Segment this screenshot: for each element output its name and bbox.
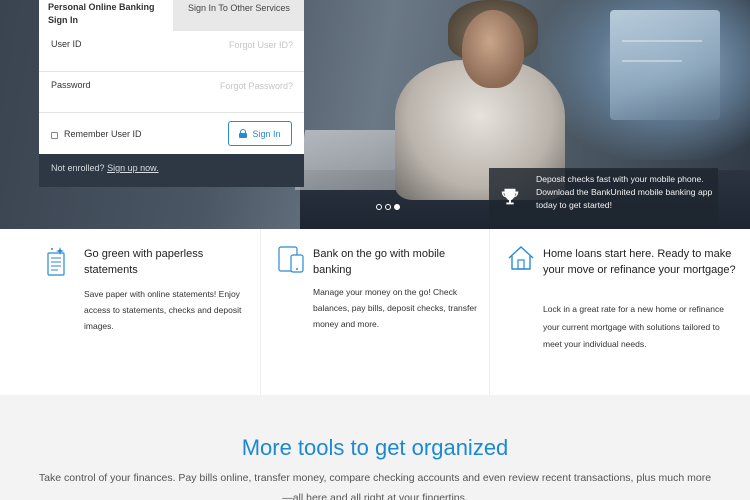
feature-body: Manage your money on the go! Check balan… [313, 287, 477, 329]
paper-statement-icon [47, 247, 65, 276]
forgot-user-id-link[interactable]: Forgot User ID? [229, 40, 293, 50]
remember-checkbox[interactable] [51, 132, 58, 139]
promo-box[interactable]: Deposit checks fast with your mobile pho… [489, 168, 718, 229]
tools-section: More tools to get organized Take control… [0, 395, 750, 500]
password-label: Password [51, 80, 91, 90]
tools-heading: More tools to get organized [241, 435, 509, 460]
user-id-field[interactable]: User ID Forgot User ID? [39, 31, 304, 72]
feature-mobile: Bank on the go with mobile banking Manag… [261, 229, 490, 395]
promo-text: Deposit checks fast with your mobile pho… [536, 174, 713, 210]
features-row: Go green with paperless statements Save … [0, 229, 750, 395]
house-icon [508, 246, 534, 270]
feature-body: Save paper with online statements! Enjoy… [84, 289, 242, 331]
feature-home-loans: Home loans start here. Ready to make you… [490, 229, 750, 395]
tab-personal-banking[interactable]: Personal Online Banking Sign In [39, 0, 173, 31]
hero-person-head [462, 10, 524, 88]
feature-title: Go green with paperless statements [84, 248, 204, 276]
feature-paperless: Go green with paperless statements Save … [0, 229, 261, 395]
trophy-icon [501, 188, 519, 205]
tab-other-services[interactable]: Sign In To Other Services [173, 0, 304, 31]
not-enrolled-text: Not enrolled? [51, 163, 105, 173]
enroll-bar: Not enrolled? Sign up now. [39, 154, 304, 187]
carousel-dot-3[interactable] [394, 204, 400, 210]
hero-monitor-line [622, 60, 682, 62]
login-panel: Personal Online Banking Sign In Sign In … [39, 0, 304, 187]
feature-title: Bank on the go with mobile banking [313, 248, 446, 276]
tools-body: Take control of your finances. Pay bills… [38, 472, 712, 500]
remember-label[interactable]: Remember User ID [64, 129, 142, 139]
forgot-password-link[interactable]: Forgot Password? [220, 81, 293, 91]
password-field[interactable]: Password Forgot Password? [39, 72, 304, 113]
sign-in-button[interactable]: Sign In [228, 121, 292, 146]
feature-body: Lock in a great rate for a new home or r… [543, 304, 724, 349]
login-tabs: Personal Online Banking Sign In Sign In … [39, 0, 304, 31]
sign-up-link[interactable]: Sign up now. [107, 163, 159, 173]
carousel-dot-1[interactable] [376, 204, 382, 210]
hero-monitor [610, 10, 720, 120]
feature-title: Home loans start here. Ready to make you… [543, 248, 736, 276]
lock-icon [239, 129, 248, 138]
carousel-dot-2[interactable] [385, 204, 391, 210]
user-id-label: User ID [51, 39, 82, 49]
mobile-device-icon [278, 246, 304, 273]
sign-in-label: Sign In [252, 128, 281, 139]
carousel-dots [376, 204, 400, 210]
hero-monitor-line [622, 40, 702, 42]
